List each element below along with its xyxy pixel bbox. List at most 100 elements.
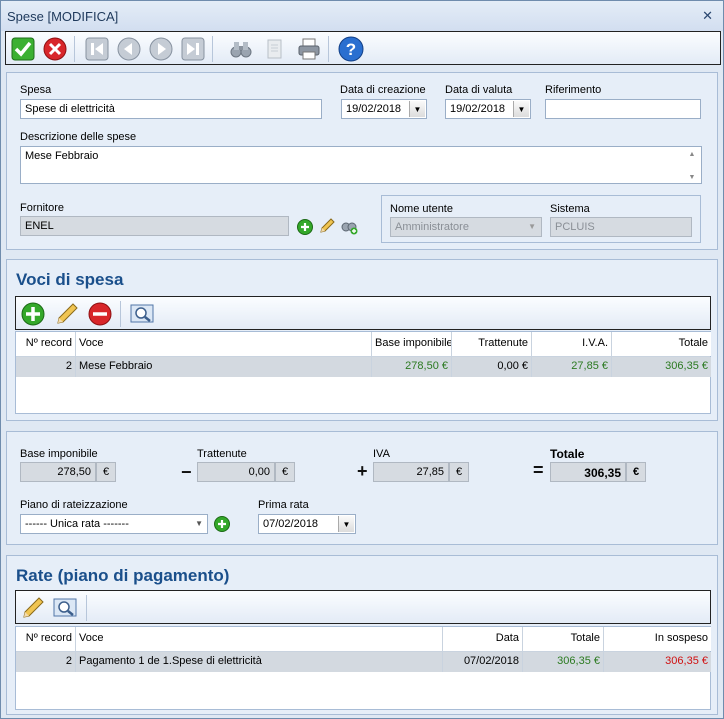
preview-rata-button[interactable] — [52, 595, 78, 621]
cell-record: 2 — [16, 652, 76, 672]
main-toolbar: ? — [5, 31, 721, 65]
piano-select[interactable]: ------ Unica rata ------- ▼ — [20, 514, 208, 534]
equals-sign: = — [533, 460, 544, 480]
fornitore-field[interactable]: ENEL — [20, 216, 289, 236]
chevron-down-icon[interactable]: ▼ — [195, 519, 203, 528]
copy-icon — [267, 39, 282, 59]
help-button[interactable]: ? — [338, 36, 364, 62]
trattenute-label: Trattenute — [197, 448, 247, 460]
search-button[interactable] — [228, 36, 254, 62]
cell-iva: 27,85 € — [532, 357, 612, 377]
add-icon — [297, 219, 313, 235]
prima-rata-value: 07/02/2018 — [263, 518, 319, 530]
col-header-totale[interactable]: Totale — [612, 332, 711, 356]
col-header-data[interactable]: Data — [443, 627, 523, 651]
iva-field: 27,85 — [373, 462, 449, 482]
binoculars-icon — [230, 42, 252, 58]
data-creazione-label: Data di creazione — [340, 84, 426, 96]
descrizione-value: Mese Febbraio — [25, 150, 99, 162]
search-supplier-button[interactable] — [341, 218, 358, 235]
nome-utente-select: Amministratore ▼ — [390, 217, 542, 237]
prima-rata-picker[interactable]: 07/02/2018 ▼ — [258, 514, 356, 534]
data-creazione-value: 19/02/2018 — [346, 103, 402, 115]
sistema-label: Sistema — [550, 203, 590, 215]
cell-data: 07/02/2018 — [443, 652, 523, 672]
descrizione-label: Descrizione delle spese — [20, 131, 137, 143]
base-label: Base imponibile — [20, 448, 98, 460]
scrollbar[interactable]: ▲ ▼ — [685, 148, 699, 183]
cell-sospeso: 306,35 € — [604, 652, 711, 672]
add-voce-button[interactable] — [20, 301, 46, 327]
preview-voce-button[interactable] — [129, 301, 155, 327]
delete-voce-button[interactable] — [87, 301, 113, 327]
next-record-button[interactable] — [148, 36, 174, 62]
cell-voce: Pagamento 1 de 1.Spese di elettricità — [76, 652, 443, 672]
window-title: Spese [MODIFICA] — [7, 9, 119, 24]
edit-supplier-button[interactable] — [319, 218, 335, 234]
totals-panel: Base imponibile 278,50 € − Trattenute 0,… — [6, 431, 718, 545]
riferimento-input[interactable] — [545, 99, 701, 119]
riferimento-label: Riferimento — [545, 84, 602, 96]
voci-toolbar — [15, 296, 711, 330]
rate-grid: Nº record Voce Data Totale In sospeso 2 … — [15, 626, 711, 710]
col-header-totale[interactable]: Totale — [523, 627, 604, 651]
first-record-icon — [85, 37, 109, 61]
confirm-icon — [11, 37, 35, 61]
last-record-button[interactable] — [180, 36, 206, 62]
chevron-down-icon[interactable]: ▼ — [409, 101, 425, 117]
trattenute-field: 0,00 — [197, 462, 275, 482]
voci-panel: Voci di spesa Nº record Voce Base imponi… — [6, 259, 718, 421]
spesa-input[interactable]: Spese di elettricità — [20, 99, 322, 119]
voci-title: Voci di spesa — [16, 270, 124, 289]
base-field: 278,50 — [20, 462, 96, 482]
col-header-iva[interactable]: I.V.A. — [532, 332, 612, 356]
add-supplier-button[interactable] — [297, 219, 313, 235]
chevron-down-icon[interactable]: ▼ — [513, 101, 529, 117]
preview-icon — [130, 304, 154, 323]
add-icon — [21, 302, 45, 326]
totale-label: Totale — [550, 447, 585, 461]
previous-record-icon — [117, 37, 141, 61]
descrizione-textarea[interactable]: Mese Febbraio ▲ ▼ — [20, 146, 702, 184]
close-icon[interactable]: ✕ — [702, 8, 713, 24]
remove-icon — [88, 302, 112, 326]
nome-utente-label: Nome utente — [390, 203, 453, 215]
pencil-icon — [23, 597, 44, 618]
preview-icon — [53, 598, 77, 617]
col-header-trattenute[interactable]: Trattenute — [452, 332, 532, 356]
col-header-base[interactable]: Base imponibile — [372, 332, 452, 356]
edit-voce-button[interactable] — [54, 301, 80, 327]
col-header-voce[interactable]: Voce — [76, 627, 443, 651]
rate-toolbar — [15, 590, 711, 624]
nome-utente-value: Amministratore — [395, 221, 469, 233]
rate-panel: Rate (piano di pagamento) Nº record Voce… — [6, 555, 718, 715]
col-header-voce[interactable]: Voce — [76, 332, 372, 356]
user-group: Nome utente Amministratore ▼ Sistema PCL… — [381, 195, 701, 243]
cancel-button[interactable] — [42, 36, 68, 62]
cell-base: 278,50 € — [372, 357, 452, 377]
binoculars-add-icon — [341, 222, 358, 235]
plus-sign: + — [357, 461, 368, 481]
prima-rata-label: Prima rata — [258, 499, 309, 511]
copy-button[interactable] — [262, 36, 288, 62]
cell-voce: Mese Febbraio — [76, 357, 372, 377]
col-header-record[interactable]: Nº record — [16, 627, 76, 651]
first-record-button[interactable] — [84, 36, 110, 62]
chevron-down-icon[interactable]: ▼ — [338, 516, 354, 532]
confirm-button[interactable] — [10, 36, 36, 62]
col-header-record[interactable]: Nº record — [16, 332, 76, 356]
next-record-icon — [149, 37, 173, 61]
add-piano-button[interactable] — [214, 516, 230, 532]
fornitore-label: Fornitore — [20, 202, 65, 214]
cell-totale: 306,35 € — [523, 652, 604, 672]
data-valuta-picker[interactable]: 19/02/2018 ▼ — [445, 99, 531, 119]
previous-record-button[interactable] — [116, 36, 142, 62]
trattenute-currency: € — [275, 462, 295, 482]
edit-rata-button[interactable] — [20, 595, 46, 621]
print-button[interactable] — [296, 36, 322, 62]
cell-trattenute: 0,00 € — [452, 357, 532, 377]
spesa-label: Spesa — [20, 84, 52, 96]
col-header-sospeso[interactable]: In sospeso — [604, 627, 711, 651]
data-creazione-picker[interactable]: 19/02/2018 ▼ — [341, 99, 427, 119]
voci-grid: Nº record Voce Base imponibile Trattenut… — [15, 331, 711, 414]
